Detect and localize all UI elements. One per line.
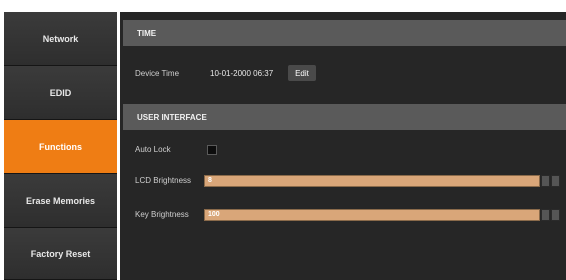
sidebar-item-factory-reset[interactable]: Factory Reset [4,228,117,280]
main-panel: TIME Device Time 10-01-2000 06:37 Edit U… [120,12,566,280]
key-brightness-slider[interactable]: 100 [204,209,540,221]
sidebar-item-label: Erase Memories [25,195,96,206]
key-brightness-stepper-icon[interactable] [551,209,560,221]
edit-time-button[interactable]: Edit [288,65,316,81]
key-brightness-value: 100 [208,211,220,218]
sidebar-item-label: Factory Reset [30,248,91,259]
key-brightness-reset-icon[interactable] [541,209,550,221]
auto-lock-label: Auto Lock [135,145,171,154]
device-time-label: Device Time [135,69,180,78]
lcd-brightness-stepper-icon[interactable] [551,175,560,187]
sidebar-item-functions[interactable]: Functions [4,120,117,174]
lcd-brightness-slider[interactable]: 8 [204,175,540,187]
auto-lock-checkbox[interactable] [207,145,217,155]
section-title: USER INTERFACE [137,112,207,122]
sidebar-item-label: EDID [49,87,72,98]
time-section-header: TIME [123,20,566,46]
edit-button-label: Edit [295,68,309,78]
sidebar-item-network[interactable]: Network [4,12,117,66]
user-interface-section-header: USER INTERFACE [123,104,566,130]
lcd-brightness-value: 8 [208,177,212,184]
sidebar-item-label: Network [42,33,79,44]
lcd-brightness-reset-icon[interactable] [541,175,550,187]
section-title: TIME [137,28,157,38]
sidebar: Network EDID Functions Erase Memories Fa… [4,12,117,280]
key-brightness-label: Key Brightness [135,210,189,219]
device-time-value: 10-01-2000 06:37 [210,69,274,78]
sidebar-item-edid[interactable]: EDID [4,66,117,120]
sidebar-item-label: Functions [39,141,82,152]
lcd-brightness-label: LCD Brightness [135,176,192,185]
sidebar-item-erase-memories[interactable]: Erase Memories [4,174,117,228]
